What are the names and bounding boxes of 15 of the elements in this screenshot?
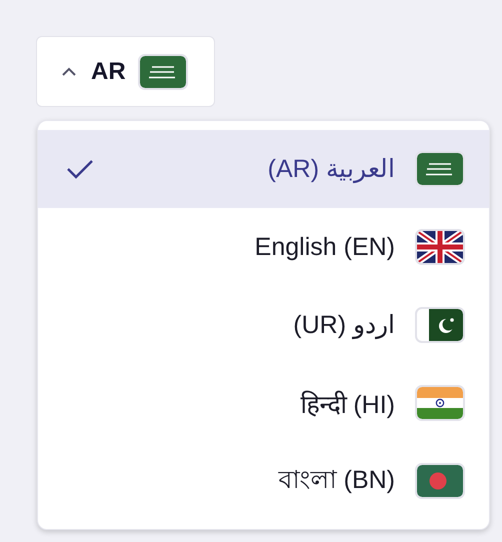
- flag-icon: [417, 153, 463, 185]
- language-option[interactable]: العربية (AR): [38, 130, 489, 208]
- flag-icon: [417, 465, 463, 497]
- flag-icon: [417, 231, 463, 263]
- language-code: AR: [91, 58, 126, 86]
- flag-icon: [417, 387, 463, 419]
- flag-icon: [140, 56, 186, 88]
- check-icon: [66, 159, 94, 179]
- language-option[interactable]: हिन्दी (HI): [38, 364, 489, 442]
- language-option[interactable]: English (EN): [38, 208, 489, 286]
- chevron-icon: [61, 66, 77, 76]
- language-option[interactable]: اردو (UR): [38, 286, 489, 364]
- flag-icon: [417, 309, 463, 341]
- language-option[interactable]: বাংলা (BN): [38, 442, 489, 520]
- language-select[interactable]: AR: [36, 36, 215, 107]
